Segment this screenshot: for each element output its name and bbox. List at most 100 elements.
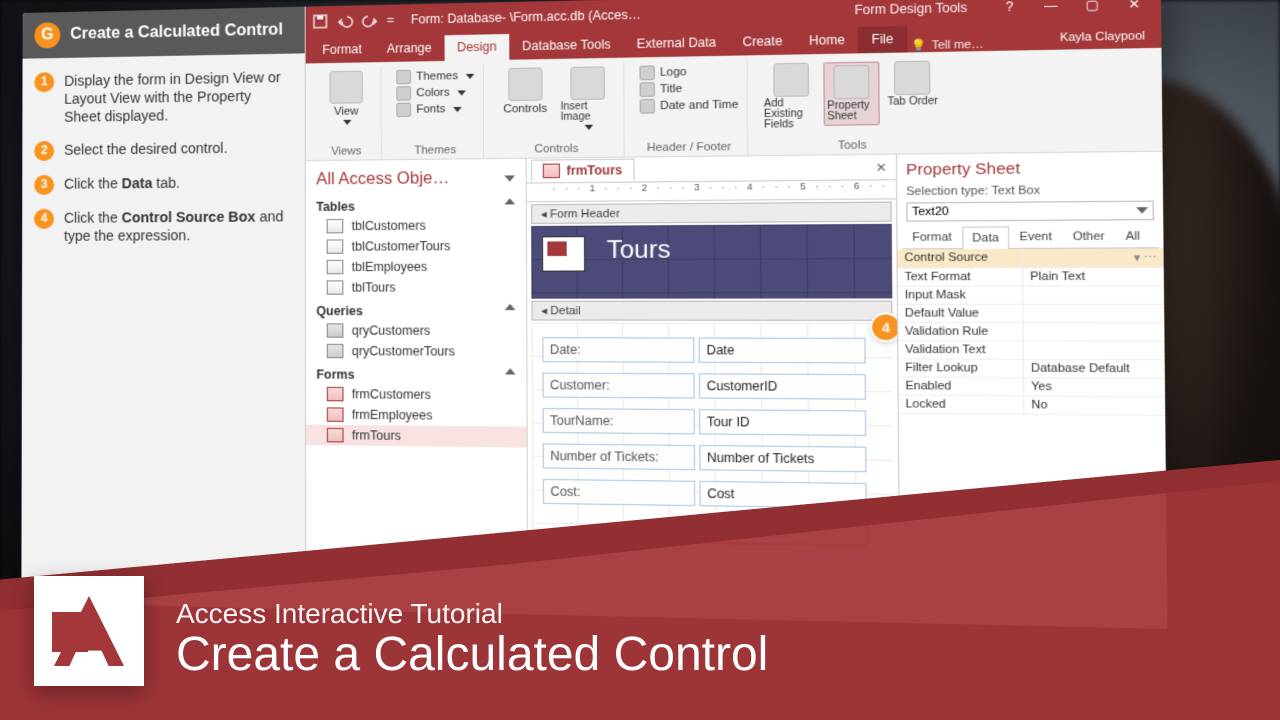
field-control[interactable]: Tour ID [699,409,866,436]
ribbon-tab-file[interactable]: File [858,26,907,53]
signed-in-user[interactable]: Kayla Claypool [1048,24,1157,50]
ribbon-tab-create[interactable]: Create [729,28,796,56]
property-value[interactable]: Plain Text [1023,268,1164,286]
maximize-button[interactable]: ▢ [1073,0,1113,18]
insert-image-button[interactable]: Insert Image [560,66,614,130]
property-row-input-mask[interactable]: Input Mask [898,286,1164,305]
minimize-button[interactable]: — [1031,0,1070,19]
property-value[interactable] [1023,286,1164,303]
field-control[interactable]: Cost [699,481,866,509]
dropdown-ellipsis-icon[interactable]: ▾ ⋯ [1134,251,1157,265]
field-control[interactable]: CustomerID [699,373,866,399]
property-row-enabled[interactable]: EnabledYes [899,377,1166,397]
form-field-row[interactable]: TourName:Tour ID [543,408,867,436]
tell-me-search[interactable]: 💡 Tell me… [911,37,983,52]
nav-group-forms[interactable]: Forms [306,361,526,385]
close-button[interactable]: ✕ [1114,0,1154,17]
themes-fonts-button[interactable]: Fonts [396,102,474,118]
form-field-row[interactable]: Customer:CustomerID [542,373,866,400]
form-field-row[interactable]: Number of Tickets:Number of Tickets [543,443,867,472]
field-label[interactable]: TourName: [543,408,695,434]
document-tab-frmtours[interactable]: frmTours [531,159,634,182]
save-icon[interactable] [312,13,329,30]
hf-title-button[interactable]: Title [639,81,738,97]
add-existing-fields-button[interactable]: Add Existing Fields [764,63,820,131]
field-label[interactable]: Cost: [543,479,695,506]
navigation-pane[interactable]: All Access Obje… TablestblCustomerstblCu… [306,159,528,615]
property-value[interactable] [1024,323,1165,341]
view-button[interactable]: View [320,70,372,125]
nav-item-tbltours[interactable]: tblTours [306,277,526,298]
chevron-down-icon [1136,207,1148,214]
property-row-text-format[interactable]: Text FormatPlain Text [898,268,1164,287]
property-sheet-grid: Control Source▾ ⋯Text FormatPlain TextIn… [898,248,1168,629]
ribbon-tab-external-data[interactable]: External Data [624,30,730,58]
property-value[interactable]: No [1024,396,1165,414]
section-bar-detail[interactable]: ◂ Detail [531,301,892,321]
field-control[interactable]: Unbound [700,517,867,545]
tab-order-button[interactable]: Tab Order [884,60,941,108]
nav-item-frmcustomers[interactable]: frmCustomers [306,384,526,406]
property-row-filter-lookup[interactable]: Filter LookupDatabase Default [898,359,1164,379]
property-row-validation-rule[interactable]: Validation Rule [898,323,1164,342]
ribbon-tab-database-tools[interactable]: Database Tools [509,32,624,60]
fonts-icon [396,103,411,118]
form-field-row[interactable]: Date:Date [542,337,865,363]
field-control[interactable]: Number of Tickets [699,445,866,472]
property-name: Validation Rule [898,323,1024,340]
hf-date-and-time-button[interactable]: Date and Time [639,98,738,114]
nav-item-frmemployees[interactable]: frmEmployees [306,404,526,426]
themes-colors-button[interactable]: Colors [396,85,474,101]
ribbon-tab-design[interactable]: Design [444,34,509,61]
property-sheet-button[interactable]: Property Sheet [824,61,880,125]
property-tab-data[interactable]: Data [962,226,1009,249]
themes-themes-button[interactable]: Themes [396,69,474,85]
property-row-control-source[interactable]: Control Source▾ ⋯ [898,248,1164,268]
ribbon-tab-home[interactable]: Home [796,27,859,55]
detail-band[interactable]: Date:DateCustomer:CustomerIDTourName:Tou… [532,323,895,602]
nav-group-queries[interactable]: Queries [306,298,526,321]
nav-item-qrycustomers[interactable]: qryCustomers [306,320,526,341]
property-row-validation-text[interactable]: Validation Text [898,341,1164,360]
nav-item-tblcustomertours[interactable]: tblCustomerTours [306,235,526,257]
close-document-button[interactable]: ✕ [866,159,895,174]
form-design-canvas[interactable]: frmTours ✕ · · · 1 · · · 2 · · · 3 · · ·… [527,155,899,623]
property-value[interactable]: Database Default [1024,360,1165,378]
tutorial-steps: 1Display the form in Design View or Layo… [22,53,305,245]
field-label[interactable]: Number of Tickets: [543,443,695,470]
property-sheet-object-selector[interactable]: Text20 [906,201,1154,222]
property-tab-all[interactable]: All [1115,225,1151,248]
nav-item-tblemployees[interactable]: tblEmployees [306,256,526,277]
property-value[interactable] [1023,305,1164,322]
step-text: Select the desired control. [64,138,227,160]
nav-group-tables[interactable]: Tables [306,192,526,216]
nav-item-tblcustomers[interactable]: tblCustomers [306,215,526,237]
form-header-band[interactable]: Tours [531,224,892,299]
property-tab-event[interactable]: Event [1009,225,1062,248]
nav-item-frmtours[interactable]: frmTours [306,425,527,448]
redo-icon[interactable] [362,12,379,29]
section-bar-form-header[interactable]: ◂ Form Header [531,202,892,224]
property-value[interactable]: Yes [1024,378,1165,396]
undo-icon[interactable] [337,13,354,30]
property-value[interactable]: ▾ ⋯ [1023,248,1164,267]
controls-button[interactable]: Controls [498,67,552,115]
field-label[interactable]: Customer: [542,373,694,399]
property-row-locked[interactable]: LockedNo [899,396,1166,416]
form-logo-placeholder[interactable] [542,236,585,272]
property-tab-other[interactable]: Other [1062,225,1115,248]
property-sheet[interactable]: Property Sheet Selection type: Text Box … [896,152,1168,629]
property-row-default-value[interactable]: Default Value [898,305,1164,323]
nav-pane-title[interactable]: All Access Obje… [306,165,526,194]
field-label[interactable]: Date: [542,337,694,363]
form-field-row[interactable]: Cost:Cost [543,479,867,509]
field-control[interactable]: Date [699,338,866,364]
property-tab-format[interactable]: Format [902,226,962,249]
form-title-label[interactable]: Tours [607,236,671,266]
ribbon-tab-arrange[interactable]: Arrange [374,35,444,62]
nav-item-qrycustomertours[interactable]: qryCustomerTours [306,341,526,362]
ribbon-tab-format[interactable]: Format [310,37,374,64]
hf-logo-button[interactable]: Logo [639,64,738,80]
help-button[interactable]: ? [990,0,1029,20]
property-value[interactable] [1024,341,1165,359]
